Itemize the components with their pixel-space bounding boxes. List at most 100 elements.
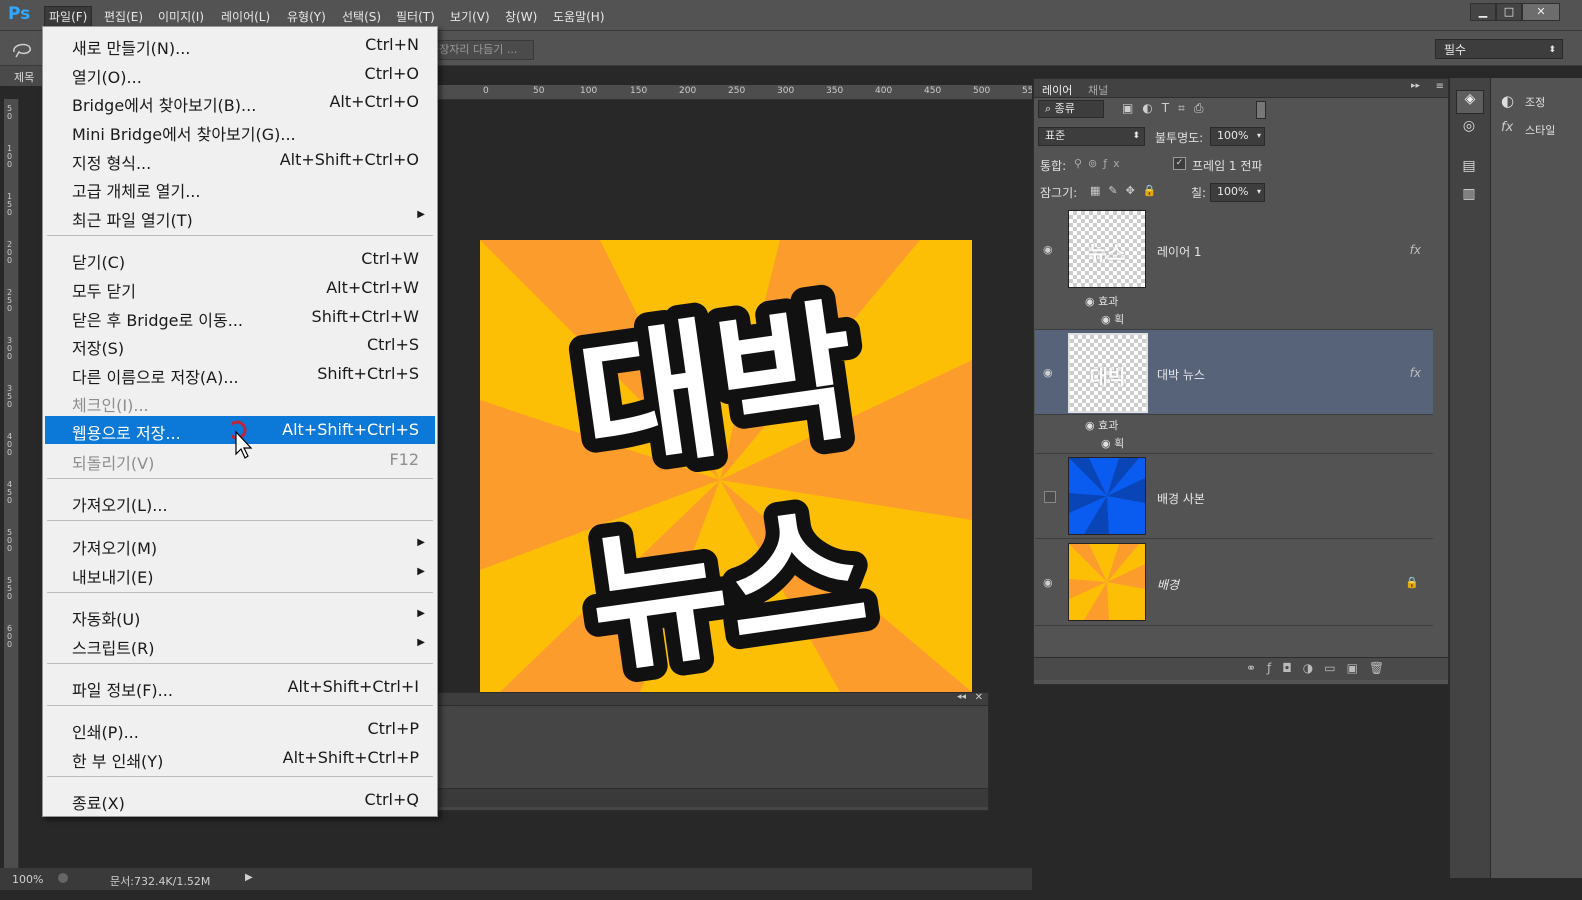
collapse-icon[interactable]: ◂◂ [957, 692, 966, 702]
menu-item-browse-mini-bridge[interactable]: Mini Bridge에서 찾아보기(G)... [45, 117, 435, 144]
fill-field[interactable]: 100% ▾ [1210, 183, 1265, 202]
tab-layers[interactable]: 레이어 [1042, 82, 1072, 98]
menu-item-import[interactable]: 가져오기(M) ▶ [45, 531, 435, 558]
menu-item-print[interactable]: 인쇄(P)... Ctrl+P [45, 715, 435, 742]
menu-item-exit[interactable]: 종료(X) Ctrl+Q [45, 786, 435, 813]
layer-row[interactable]: 배경 사본 [1035, 454, 1433, 539]
menu-item-print-one-copy[interactable]: 한 부 인쇄(Y) Alt+Shift+Ctrl+P [45, 744, 435, 771]
adjustments-icon[interactable]: ◐ [1501, 92, 1514, 110]
layers-icon[interactable]: ◈ [1456, 90, 1484, 114]
styles-icon[interactable]: fx [1501, 120, 1513, 135]
channels-icon[interactable]: ◎ [1456, 118, 1482, 140]
fx-icon[interactable]: fx [1410, 243, 1421, 257]
chevron-down-icon[interactable]: ▾ [1257, 128, 1261, 144]
ruler-tick: 100 [580, 86, 598, 96]
layer-name[interactable]: 레이어 1 [1157, 243, 1202, 260]
menu-item-open-recent[interactable]: 최근 파일 열기(T) ▶ [45, 203, 435, 230]
timeline-header [437, 693, 988, 706]
zoom-level[interactable]: 100% [12, 873, 43, 886]
menu-filter[interactable]: 필터(T) [396, 8, 435, 25]
tab-channels[interactable]: 채널 [1088, 82, 1108, 98]
ruler-tick: 150 [630, 86, 648, 96]
layer-row-selected[interactable]: ◉ 대박 대박 뉴스 fx [1035, 330, 1433, 415]
fx-icon[interactable]: fx [1410, 366, 1421, 380]
timeline-scrollbar[interactable] [437, 788, 988, 807]
styles-label[interactable]: 스타일 [1525, 122, 1555, 138]
eye-icon[interactable]: ◉ [1043, 576, 1053, 589]
ruler-tick: 350 [7, 384, 13, 409]
layer-filter-select[interactable]: ⌕ 종류 [1038, 100, 1104, 118]
menu-item-export[interactable]: 내보내기(E) ▶ [45, 560, 435, 587]
adjustments-label[interactable]: 조정 [1525, 94, 1545, 110]
propagate-checkbox[interactable]: ✓ [1173, 157, 1186, 170]
stroke-effect-row[interactable]: ◉ 획 [1101, 311, 1124, 327]
ruler-horizontal: 0 50 100 150 200 250 300 350 400 450 500… [436, 85, 1032, 100]
menu-window[interactable]: 창(W) [505, 8, 537, 25]
status-bar: 100% 문서:732.4K/1.52M ▶ [0, 868, 1032, 890]
menu-item-place[interactable]: 가져오기(L)... [45, 488, 435, 515]
layer-action-icons[interactable]: ⚭ƒ◘◑▭▣🗑 [1246, 661, 1395, 675]
collapse-icon[interactable]: ▸▸ [1411, 81, 1420, 91]
menu-file[interactable]: 파일(F) [44, 6, 93, 27]
unify-icons[interactable]: ⚲⊚ƒx [1074, 157, 1126, 170]
menu-item-open[interactable]: 열기(O)... Ctrl+O [45, 60, 435, 87]
minimize-button[interactable]: ▁ [1470, 3, 1496, 21]
refine-edge-button[interactable]: 가장자리 다듬기 ... [426, 40, 534, 60]
menu-item-open-as[interactable]: 지정 형식... Alt+Shift+Ctrl+O [45, 146, 435, 173]
blend-mode-select[interactable]: 표준 ⬍ [1038, 127, 1145, 146]
menu-item-save-as[interactable]: 다른 이름으로 저장(A)... Shift+Ctrl+S [45, 360, 435, 387]
status-icon[interactable] [58, 873, 68, 883]
menu-edit[interactable]: 편집(E) [104, 8, 143, 25]
eye-icon[interactable]: ◉ [1043, 366, 1053, 379]
menu-item-file-info[interactable]: 파일 정보(F)... Alt+Shift+Ctrl+I [45, 673, 435, 700]
layer-row[interactable]: ◉ 뉴스 레이어 1 fx ◉ 효과 ◉ 획 [1035, 207, 1433, 330]
document-tab[interactable]: 제목 [0, 66, 44, 86]
ruler-tick: 550 [7, 576, 13, 601]
menu-select[interactable]: 선택(S) [342, 8, 381, 25]
menu-item-open-smart-object[interactable]: 고급 개체로 열기... [45, 174, 435, 201]
opacity-field[interactable]: 100% ▾ [1210, 127, 1265, 146]
menu-item-save[interactable]: 저장(S) Ctrl+S [45, 331, 435, 358]
status-arrow-icon[interactable]: ▶ [245, 872, 253, 883]
layer-thumbnail: 대박 [1068, 333, 1148, 413]
canvas[interactable]: 대박 대박 뉴스 뉴스 [480, 240, 972, 692]
lock-label: 잠그기: [1040, 186, 1078, 200]
menu-view[interactable]: 보기(V) [450, 8, 490, 25]
menu-help[interactable]: 도움말(H) [553, 8, 605, 25]
menu-item-close-go-bridge[interactable]: 닫은 후 Bridge로 이동... Shift+Ctrl+W [45, 303, 435, 330]
stroke-effect-row[interactable]: ◉ 획 [1101, 435, 1124, 451]
close-button[interactable]: ✕ [1522, 3, 1560, 21]
visibility-toggle-off[interactable] [1044, 491, 1056, 503]
effects-row[interactable]: ◉ 효과 [1085, 417, 1118, 433]
filter-toggle[interactable] [1256, 101, 1266, 119]
lock-icons[interactable]: ▦✎✥🔒 [1090, 184, 1165, 197]
workspace-select[interactable]: 필수 ⬍ [1435, 39, 1563, 59]
close-icon[interactable]: ✕ [975, 692, 983, 703]
ruler-tick: 55 [1022, 86, 1032, 96]
layer-row[interactable]: ◉ 배경 🔒 [1035, 539, 1433, 626]
menu-item-scripts[interactable]: 스크립트(R) ▶ [45, 631, 435, 658]
eye-icon[interactable]: ◉ [1043, 243, 1053, 256]
menu-item-new[interactable]: 새로 만들기(N)... Ctrl+N [45, 31, 435, 58]
layer-filter-icons[interactable]: ▣◐T⌗⎙ [1122, 101, 1272, 117]
lasso-tool-icon[interactable] [10, 38, 34, 60]
menu-item-close[interactable]: 닫기(C) Ctrl+W [45, 245, 435, 272]
menu-image[interactable]: 이미지(I) [158, 8, 204, 25]
menu-item-close-all[interactable]: 모두 닫기 Alt+Ctrl+W [45, 274, 435, 301]
effects-row[interactable]: ◉ 효과 [1085, 293, 1118, 309]
properties-icon[interactable]: ▥ [1456, 186, 1482, 208]
menu-layer[interactable]: 레이어(L) [221, 8, 270, 25]
menu-type[interactable]: 유형(Y) [287, 8, 326, 25]
opacity-label: 불투명도: [1155, 131, 1204, 145]
maximize-button[interactable]: □ [1496, 3, 1522, 21]
layer-name[interactable]: 배경 [1157, 576, 1179, 593]
menu-item-browse-bridge[interactable]: Bridge에서 찾아보기(B)... Alt+Ctrl+O [45, 88, 435, 115]
menu-item-automate[interactable]: 자동화(U) ▶ [45, 602, 435, 629]
layer-name[interactable]: 대박 뉴스 [1157, 366, 1205, 383]
layer-name[interactable]: 배경 사본 [1157, 490, 1205, 507]
history-icon[interactable]: ▤ [1456, 158, 1482, 180]
chevron-down-icon[interactable]: ▾ [1257, 184, 1261, 200]
menu-item-check-in[interactable]: 체크인(I)... [45, 388, 435, 415]
fill-label: 칠: [1191, 186, 1207, 200]
panel-menu-icon[interactable]: ≡ [1436, 81, 1444, 92]
